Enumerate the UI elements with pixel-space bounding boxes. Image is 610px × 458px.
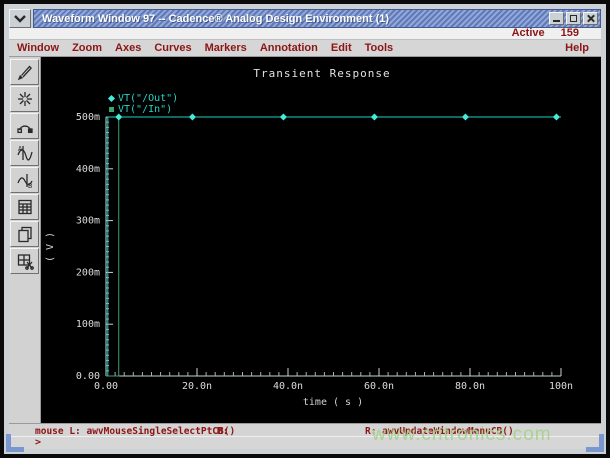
menu-zoom[interactable]: Zoom — [72, 42, 102, 54]
menu-curves[interactable]: Curves — [154, 42, 191, 54]
pen-tool-button[interactable] — [10, 58, 39, 85]
svg-text:80.0n: 80.0n — [455, 381, 485, 392]
window-title: Waveform Window 97 -- Cadence® Analog De… — [42, 12, 390, 25]
plot-legend: VT("/Out") VT("/In") — [107, 92, 179, 115]
maximize-button[interactable] — [566, 12, 581, 25]
marker-b-button[interactable]: B — [10, 166, 39, 193]
main-area: A B Transient Response VT("/Out") VT("/I… — [9, 55, 601, 423]
menu-edit[interactable]: Edit — [331, 42, 352, 54]
active-count: 159 — [560, 27, 579, 40]
x-axis-label: time ( s ) — [303, 397, 363, 408]
svg-text:400m: 400m — [76, 164, 100, 175]
resize-grip-bottom-right[interactable] — [586, 434, 604, 452]
diamond-marker-icon — [107, 94, 116, 102]
calculator-icon — [17, 199, 32, 215]
zoom-star-icon — [17, 91, 32, 106]
square-marker-icon — [109, 106, 114, 112]
svg-text:60.0n: 60.0n — [364, 381, 394, 392]
cut-window-icon — [17, 254, 34, 270]
chevron-down-icon — [14, 14, 26, 23]
active-status-row: Active 159 — [9, 28, 601, 40]
menu-help[interactable]: Help — [565, 42, 589, 54]
maximize-icon — [570, 15, 577, 22]
svg-text:A: A — [18, 145, 23, 153]
toolbar: A B — [9, 56, 41, 423]
calculator-button[interactable] — [10, 193, 39, 220]
svg-text:40.0n: 40.0n — [273, 381, 303, 392]
menubar: Window Zoom Axes Curves Markers Annotati… — [9, 39, 601, 56]
resize-grip-bottom-left[interactable] — [6, 434, 24, 452]
legend-label: VT("/Out") — [118, 92, 179, 104]
svg-text:B: B — [28, 182, 32, 190]
arc-curve-icon — [16, 125, 33, 133]
close-button[interactable] — [583, 12, 598, 25]
plot-canvas[interactable]: Transient Response VT("/Out") VT("/In") … — [41, 56, 601, 423]
menu-axes[interactable]: Axes — [115, 42, 141, 54]
menu-markers[interactable]: Markers — [205, 42, 247, 54]
window-controls — [549, 12, 598, 25]
svg-text:100n: 100n — [549, 381, 573, 392]
marker-a-icon: A — [16, 145, 33, 161]
svg-text:20.0n: 20.0n — [182, 381, 212, 392]
copy-window-button[interactable] — [10, 220, 39, 247]
menu-window[interactable]: Window — [17, 42, 59, 54]
zoom-fit-button[interactable] — [10, 85, 39, 112]
plot-title: Transient Response — [253, 66, 391, 80]
svg-text:100m: 100m — [76, 319, 100, 330]
window-frame: Waveform Window 97 -- Cadence® Analog De… — [4, 4, 606, 454]
marker-b-icon: B — [16, 173, 33, 190]
svg-text:0.00: 0.00 — [76, 371, 100, 382]
minimize-icon — [553, 20, 560, 22]
prompt-caret: > — [35, 437, 42, 449]
status-mouse-middle: M: — [217, 425, 229, 437]
active-label: Active — [511, 27, 545, 40]
pen-icon — [17, 65, 32, 81]
legend-label: VT("/In") — [118, 103, 173, 115]
svg-text:200m: 200m — [76, 267, 100, 278]
status-mouse-right: R: awvUpdateWindowMenuCB() — [365, 425, 514, 437]
arc-curve-button[interactable] — [10, 112, 39, 139]
prompt-bar[interactable]: > — [9, 436, 601, 449]
copy-icon — [17, 226, 32, 243]
svg-text:0.00: 0.00 — [94, 381, 118, 392]
waveform-window: Waveform Window 97 -- Cadence® Analog De… — [0, 0, 610, 458]
titlebar-row: Waveform Window 97 -- Cadence® Analog De… — [9, 9, 601, 28]
y-axis-label: ( V ) — [45, 232, 56, 262]
titlebar[interactable]: Waveform Window 97 -- Cadence® Analog De… — [33, 9, 601, 28]
marker-a-button[interactable]: A — [10, 139, 39, 166]
menu-tools[interactable]: Tools — [365, 42, 394, 54]
menu-annotation[interactable]: Annotation — [260, 42, 318, 54]
statusbar: mouse L: awvMouseSingleSelectPtCB() M: R… — [9, 422, 601, 437]
close-icon — [586, 14, 595, 23]
legend-entry-in[interactable]: VT("/In") — [109, 104, 178, 115]
window-menu-button[interactable] — [9, 9, 31, 28]
minimize-button[interactable] — [549, 12, 564, 25]
cut-subwindow-button[interactable] — [10, 247, 39, 274]
status-mouse-left: mouse L: awvMouseSingleSelectPtCB() — [35, 425, 236, 437]
svg-text:500m: 500m — [76, 112, 100, 123]
legend-entry-out[interactable]: VT("/Out") — [107, 92, 179, 104]
svg-text:300m: 300m — [76, 216, 100, 227]
